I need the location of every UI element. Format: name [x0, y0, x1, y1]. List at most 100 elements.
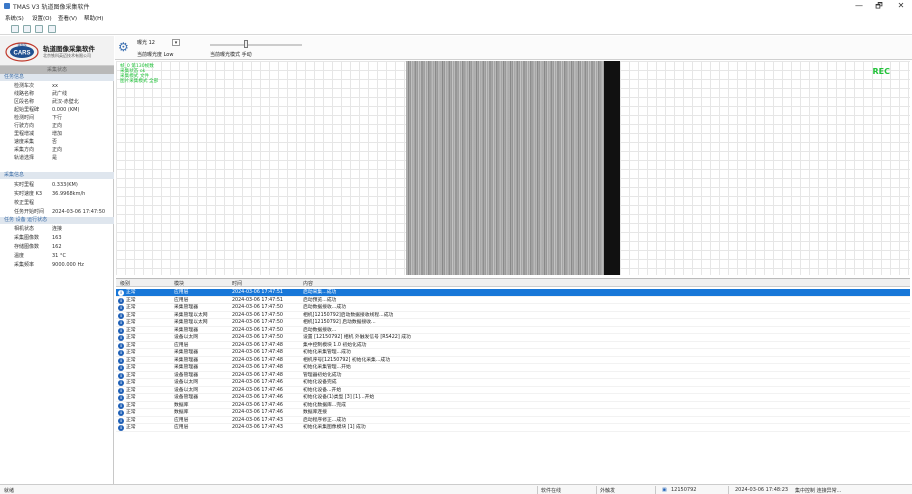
- menu-help[interactable]: 帮助(H): [84, 14, 103, 22]
- log-row[interactable]: i 正常 数据库 2024-03-06 17:47:46 数据库连接: [116, 409, 910, 417]
- window-title: TMAS V3 轨道图像采集软件: [13, 4, 90, 11]
- toolbar: [0, 23, 912, 35]
- log-header: 级别 模块 时间 内容: [116, 279, 910, 287]
- col-content[interactable]: 内容: [303, 280, 313, 287]
- log-row[interactable]: i 正常 采集管理以太网 2024-03-06 17:47:50 相机[12150792…: [116, 319, 910, 327]
- log-content: 初始化采集图像模块 [1] 成功: [303, 425, 366, 430]
- log-level: 正常: [126, 357, 136, 363]
- info-icon: i: [118, 320, 124, 326]
- gain-mode-label: 当前曝光模式 手动: [210, 52, 252, 58]
- pause-icon[interactable]: [11, 25, 19, 33]
- log-level: 正常: [126, 425, 136, 430]
- info-row: 检测车次 xx: [14, 83, 58, 89]
- info-row: 轨道选择是: [14, 155, 58, 161]
- log-row[interactable]: i 正常 设备以太网 2024-03-06 17:47:46 初始化设备...开始: [116, 387, 910, 394]
- info-row: 区段名称 武汉-赤壁北: [14, 99, 79, 105]
- exposure-mode-label: 当前曝光度 Low: [137, 52, 174, 58]
- log-level: 正常: [126, 297, 136, 303]
- info-icon: i: [118, 297, 124, 304]
- panel-header: 采集状态: [0, 66, 114, 74]
- camera-icon: ▣: [662, 487, 667, 493]
- log-time: 2024-03-06 17:47:48: [232, 357, 283, 363]
- info-icon: i: [118, 312, 124, 319]
- minimize-button[interactable]: —: [852, 1, 866, 11]
- info-icon: i: [118, 410, 124, 416]
- info-row: 速度采集否: [14, 139, 58, 145]
- info-row: 实时速度 K3 36.9968km/h: [14, 191, 86, 197]
- log-time: 2024-03-06 17:47:48: [232, 350, 283, 355]
- log-module: 设备管理器: [174, 395, 198, 400]
- log-module: 采集管理器: [174, 327, 198, 333]
- maximize-button[interactable]: 🗗: [872, 1, 886, 11]
- log-module: 设备以太网: [174, 335, 198, 340]
- log-content: 集中控制模块 1.0 初始化成功: [303, 342, 367, 348]
- info-icon: i: [118, 327, 124, 334]
- log-module: 设备以太网: [174, 380, 198, 385]
- app-icon: [4, 3, 10, 9]
- info-row: 采集方向 正向: [14, 147, 63, 153]
- log-content: 启动程序修正...成功: [303, 417, 346, 423]
- status-control: 集中控制 连接异常...: [795, 488, 842, 494]
- info-icon: i: [118, 335, 124, 341]
- menu-settings[interactable]: 设置(O): [32, 14, 52, 22]
- log-row[interactable]: i 正常 采集管理器 2024-03-06 17:47:48 初始化采集管理...开始: [116, 364, 910, 372]
- app-window: TMAS V3 轨道图像采集软件 — 🗗 ✕ 系统(S) 设置(O) 查看(V)…: [0, 0, 912, 494]
- log-row[interactable]: i 正常 应用层 2024-03-06 17:47:51 启动采集...成功: [116, 289, 910, 297]
- camera-icon[interactable]: [35, 25, 43, 33]
- log-time: 2024-03-06 17:47:43: [232, 425, 283, 430]
- exposure-slider[interactable]: [210, 44, 302, 46]
- status-trigger: 外触发: [600, 488, 616, 494]
- log-row[interactable]: i 正常 应用层 2024-03-06 17:47:48 集中控制模块 1.0 初始化成…: [116, 342, 910, 349]
- log-content: 初始化设备...开始: [303, 387, 342, 393]
- cars-logo-icon: CARS 铁科院: [5, 42, 39, 62]
- log-row[interactable]: i 正常 采集管理器 2024-03-06 17:47:48 初始化采集管理...成功: [116, 349, 910, 357]
- log-row[interactable]: i 正常 数据库 2024-03-06 17:47:46 初始化数据库...完成: [116, 402, 910, 409]
- log-row[interactable]: i 正常 应用层 2024-03-06 17:47:51 启动预览...成功: [116, 297, 910, 304]
- info-icon: i: [118, 380, 124, 386]
- menu-view[interactable]: 查看(V): [58, 14, 77, 22]
- logo-badge-sub: 铁科院: [17, 42, 26, 47]
- log-row[interactable]: i 正常 设备以太网 2024-03-06 17:47:46 初始化设备完成: [116, 379, 910, 387]
- rail-image: [406, 61, 620, 275]
- col-module[interactable]: 模块: [174, 280, 184, 287]
- info-icon: i: [118, 290, 124, 296]
- log-row[interactable]: i 正常 设备管理器 2024-03-06 17:47:48 管理器初始化成功: [116, 372, 910, 379]
- log-level: 正常: [126, 305, 136, 310]
- log-level: 正常: [126, 342, 136, 348]
- menu-system[interactable]: 系统(S): [5, 14, 24, 22]
- log-row[interactable]: i 正常 采集管理以太网 2024-03-06 17:47:50 相机[12150792…: [116, 312, 910, 319]
- log-level: 正常: [126, 417, 136, 423]
- log-row[interactable]: i 正常 采集管理器 2024-03-06 17:47:48 相机序号[12150792…: [116, 357, 910, 364]
- slider-thumb[interactable]: [244, 40, 248, 48]
- log-time: 2024-03-06 17:47:50: [232, 327, 283, 333]
- logo-badge-text: CARS: [13, 51, 30, 57]
- close-button[interactable]: ✕: [894, 1, 908, 11]
- log-row[interactable]: i 正常 应用层 2024-03-06 17:47:43 启动程序修正...成功: [116, 417, 910, 424]
- log-row[interactable]: i 正常 采集管理器 2024-03-06 17:47:50 启动数据接收...成功: [116, 304, 910, 312]
- log-row[interactable]: i 正常 采集管理器 2024-03-06 17:47:50 启动数据接收...: [116, 327, 910, 334]
- logo-company: 北京铁科英迈技术有限公司: [43, 53, 91, 58]
- log-level: 正常: [126, 387, 136, 393]
- status-panel: CARS 铁科院 轨道图像采集软件 北京铁科英迈技术有限公司 采集状态 任务信息…: [0, 36, 114, 484]
- log-row[interactable]: i 正常 应用层 2024-03-06 17:47:43 初始化采集图像模块 [1] 成…: [116, 424, 910, 432]
- undo-icon[interactable]: [48, 25, 56, 33]
- log-time: 2024-03-06 17:47:50: [232, 335, 283, 340]
- log-time: 2024-03-06 17:47:46: [232, 380, 283, 385]
- log-level: 正常: [126, 402, 136, 408]
- gear-icon[interactable]: ⚙: [118, 41, 129, 53]
- info-row: 采集频率 9000.000 Hz: [14, 262, 84, 268]
- log-level: 正常: [126, 335, 136, 340]
- log-row[interactable]: i 正常 设备以太网 2024-03-06 17:47:50 设置 [12150792]…: [116, 334, 910, 342]
- exposure-dropdown[interactable]: ▾: [172, 39, 180, 46]
- col-time[interactable]: 时间: [232, 280, 242, 287]
- log-row[interactable]: i 正常 设备管理器 2024-03-06 17:47:46 初始化设备(1)类型 [3…: [116, 394, 910, 402]
- status-ready: 就绪: [4, 488, 15, 494]
- log-content: 启动数据接收...成功: [303, 305, 346, 310]
- log-module: 应用层: [174, 290, 189, 295]
- log-module: 采集管理器: [174, 365, 198, 370]
- info-icon: i: [118, 342, 124, 349]
- col-level[interactable]: 级别: [120, 280, 130, 287]
- rail-image-edge: [604, 61, 620, 275]
- power-icon[interactable]: [23, 25, 31, 33]
- info-icon: i: [118, 387, 124, 394]
